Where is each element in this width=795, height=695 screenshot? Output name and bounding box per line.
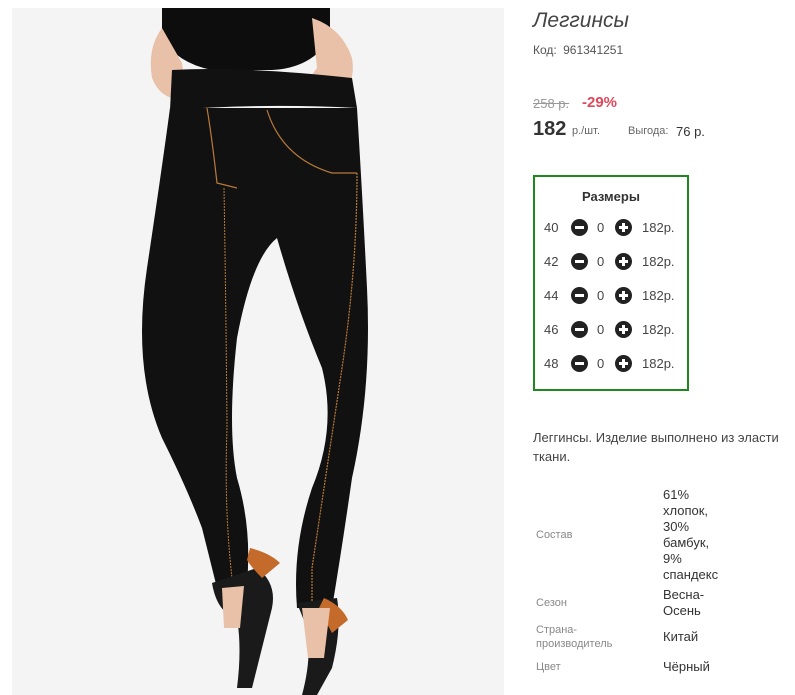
increase-quantity-button[interactable] (615, 219, 632, 236)
current-price: 182 (533, 118, 567, 140)
benefit-label: Выгода: (628, 125, 669, 137)
decrease-quantity-button[interactable] (571, 321, 588, 338)
decrease-quantity-button[interactable] (571, 355, 588, 372)
product-title: Леггинсы (533, 9, 629, 32)
size-number: 48 (544, 356, 559, 371)
description-line: Леггинсы. Изделие выполнено из эласти (533, 430, 779, 445)
price-unit: р./шт. (572, 125, 600, 137)
size-number: 40 (544, 220, 559, 235)
composition-line: спандекс (663, 567, 719, 582)
country-label-line: производитель (536, 638, 613, 650)
decrease-quantity-button[interactable] (571, 287, 588, 304)
spec-country-label: Страна- производитель (536, 623, 612, 651)
composition-line: 61% (663, 487, 690, 502)
quantity-value: 0 (597, 288, 605, 303)
composition-line: бамбук, (663, 535, 710, 550)
size-price: 182р. (642, 356, 675, 371)
decrease-quantity-button[interactable] (571, 253, 588, 270)
sizes-panel: Размеры 40 0 182р. 42 0 182р. 44 0 182р.… (533, 175, 689, 391)
size-row: 40 0 182р. (535, 218, 687, 238)
product-image[interactable] (12, 8, 504, 695)
size-price: 182р. (642, 254, 675, 269)
size-price: 182р. (642, 288, 675, 303)
spec-color-label: Цвет (536, 661, 561, 673)
size-number: 42 (544, 254, 559, 269)
quantity-value: 0 (597, 220, 605, 235)
description-line: ткани. (533, 449, 571, 464)
spec-color-value: Чёрный (663, 659, 710, 674)
sizes-title: Размеры (582, 189, 640, 204)
size-row: 48 0 182р. (535, 354, 687, 374)
spec-country-value: Китай (663, 629, 699, 644)
season-line: Осень (663, 603, 701, 618)
size-row: 42 0 182р. (535, 252, 687, 272)
size-number: 44 (544, 288, 559, 303)
benefit-value: 76 р. (676, 124, 705, 139)
increase-quantity-button[interactable] (615, 287, 632, 304)
decrease-quantity-button[interactable] (571, 219, 588, 236)
product-info: Леггинсы Код: 961341251 258 р. -29% 182 … (533, 0, 795, 695)
spec-season-value: Весна- Осень (663, 587, 704, 619)
old-price: 258 р. (533, 96, 570, 111)
size-row: 44 0 182р. (535, 286, 687, 306)
product-code: Код: 961341251 (533, 43, 623, 57)
size-number: 46 (544, 322, 559, 337)
product-description: Леггинсы. Изделие выполнено из эласти тк… (533, 428, 795, 466)
size-price: 182р. (642, 322, 675, 337)
product-code-label: Код: (533, 43, 557, 57)
spec-composition-value: 61% хлопок, 30% бамбук, 9% спандекс (663, 487, 718, 583)
quantity-value: 0 (597, 322, 605, 337)
composition-line: 9% (663, 551, 682, 566)
leggings-illustration (12, 8, 504, 695)
quantity-value: 0 (597, 356, 605, 371)
quantity-value: 0 (597, 254, 605, 269)
size-row: 46 0 182р. (535, 320, 687, 340)
increase-quantity-button[interactable] (615, 253, 632, 270)
season-line: Весна- (663, 587, 705, 602)
increase-quantity-button[interactable] (615, 355, 632, 372)
spec-composition-label: Состав (536, 529, 573, 541)
spec-season-label: Сезон (536, 597, 567, 609)
product-code-value: 961341251 (563, 43, 624, 57)
discount-badge: -29% (582, 94, 618, 111)
composition-line: хлопок, (663, 503, 709, 518)
country-label-line: Страна- (536, 624, 578, 636)
composition-line: 30% (663, 519, 690, 534)
increase-quantity-button[interactable] (615, 321, 632, 338)
size-price: 182р. (642, 220, 675, 235)
